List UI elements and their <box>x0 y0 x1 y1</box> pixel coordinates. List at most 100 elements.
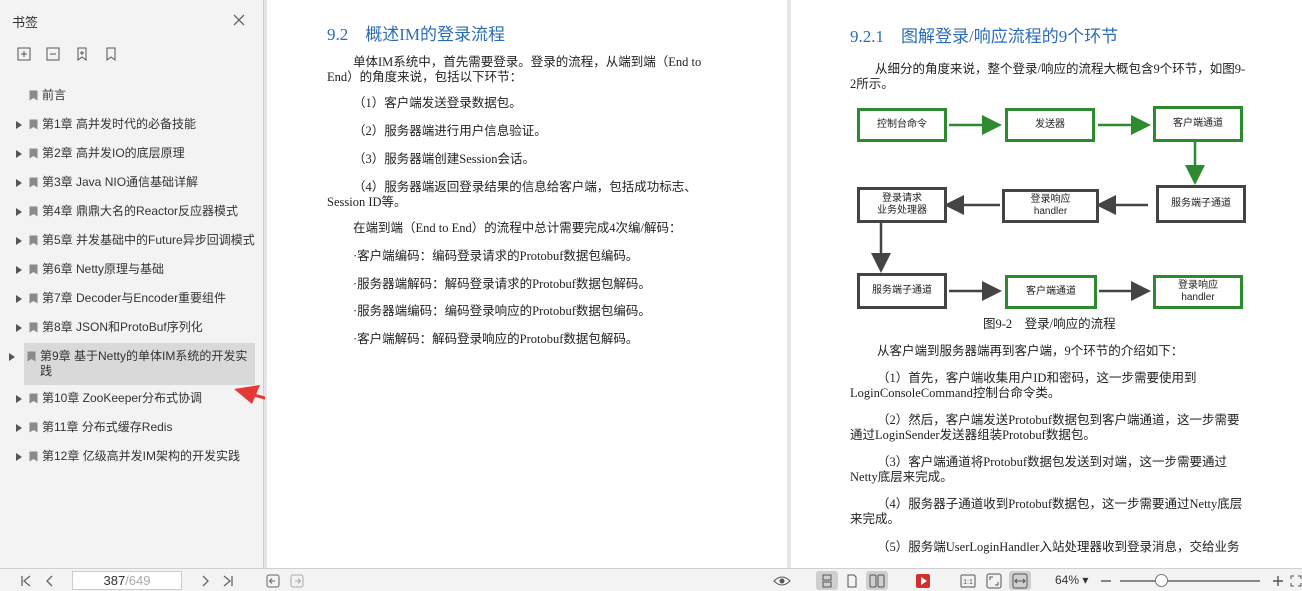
outline-item[interactable]: 第6章 Netty原理与基础 <box>0 256 263 285</box>
outline-item[interactable]: 第10章 ZooKeeper分布式协调 <box>0 385 263 414</box>
section-heading: 9.2 概述IM的登录流程 <box>327 25 506 44</box>
zoom-slider-track[interactable] <box>1120 580 1260 582</box>
expand-arrow-icon[interactable] <box>16 117 26 132</box>
bookmark-icon <box>26 320 40 335</box>
sidebar-toolbar <box>16 46 119 62</box>
total-pages: /649 <box>125 573 151 588</box>
body-paragraph: 单体IM系统中，首先需要登录。登录的流程，从端到端（End to End）的角度… <box>327 55 702 84</box>
zoom-level[interactable]: 64% ▾ <box>1055 573 1088 587</box>
bookmark-icon <box>26 146 40 161</box>
continuous-view-icon[interactable] <box>816 571 838 590</box>
expand-arrow-icon[interactable] <box>16 146 26 161</box>
bookmark-icon <box>26 291 40 306</box>
outline-item[interactable]: 第7章 Decoder与Encoder重要组件 <box>0 285 263 314</box>
page-number-field[interactable]: 387/649 <box>72 571 182 590</box>
expand-arrow-icon[interactable] <box>16 204 26 219</box>
outline-item-label: 第7章 Decoder与Encoder重要组件 <box>42 291 227 305</box>
body-paragraph: （3）客户端通道将Protobuf数据包发送到对端，这一步需要通过Netty底层… <box>850 455 1228 484</box>
outline-item-label: 第6章 Netty原理与基础 <box>42 262 165 276</box>
outline-item[interactable]: 第11章 分布式缓存Redis <box>0 414 263 443</box>
body-paragraph: （3）服务器端创建Session会话。 <box>353 152 535 166</box>
expand-arrow-icon[interactable] <box>16 391 26 406</box>
expand-all-icon[interactable] <box>16 46 32 62</box>
body-paragraph: （2）然后，客户端发送Protobuf数据包到客户端通道，这一步需要通过Logi… <box>850 413 1240 442</box>
body-paragraph: ·客户端解码：解码登录响应的Protobuf数据包解码。 <box>353 332 639 346</box>
bookmark-icon <box>26 262 40 277</box>
figure-caption: 图9-2 登录/响应的流程 <box>983 317 1116 331</box>
diagram-box-sender: 发送器 <box>1005 108 1095 142</box>
expand-arrow-icon[interactable] <box>16 320 26 335</box>
outline-item[interactable]: 第1章 高并发时代的必备技能 <box>0 111 263 140</box>
body-paragraph: ·客户端编码：编码登录请求的Protobuf数据包编码。 <box>353 249 639 263</box>
back-icon[interactable] <box>265 573 281 589</box>
outline-item[interactable]: 前言 <box>0 82 263 111</box>
bookmark-icon <box>26 420 40 435</box>
expand-arrow-icon[interactable] <box>16 449 26 464</box>
fit-width-icon[interactable] <box>1009 571 1031 590</box>
pdf-reader-window: 书签 前言第1章 高并发时代的必备技能 第2章 高并发IO的底层原理 第3章 Jav… <box>0 0 1302 591</box>
body-paragraph: （5）服务端UserLoginHandler入站处理器收到登录消息，交给业务 <box>877 540 1240 554</box>
body-paragraph: （1）首先，客户端收集用户ID和密码，这一步需要使用到LoginConsoleC… <box>850 371 1197 400</box>
document-view[interactable]: 9.2 概述IM的登录流程 单体IM系统中，首先需要登录。登录的流程，从端到端（… <box>265 0 1302 568</box>
page-right: 9.2.1 图解登录/响应流程的9个环节 从细分的角度来说，整个登录/响应的流程… <box>791 0 1302 568</box>
diagram-box-login-response-handler: 登录响应 handler <box>1002 189 1099 223</box>
outline-item[interactable]: 第8章 JSON和ProtoBuf序列化 <box>0 314 263 343</box>
expand-arrow-icon[interactable] <box>16 291 26 306</box>
expand-arrow-icon[interactable] <box>16 262 26 277</box>
outline-item-label: 第9章 基于Netty的单体IM系统的开发实践 <box>40 349 248 378</box>
bookmark-outline: 前言第1章 高并发时代的必备技能 第2章 高并发IO的底层原理 第3章 Java N… <box>0 82 263 472</box>
actual-size-icon[interactable]: 1:1 <box>957 571 979 590</box>
expand-arrow-icon[interactable] <box>16 175 26 190</box>
body-paragraph: ·服务器端解码：解码登录请求的Protobuf数据包解码。 <box>353 277 651 291</box>
two-page-view-icon[interactable] <box>866 571 888 590</box>
body-paragraph: （4）服务器端返回登录结果的信息给客户端，包括成功标志、Session ID等。 <box>327 180 697 209</box>
bookmark-icon <box>26 391 40 406</box>
bookmark-icon[interactable] <box>103 46 119 62</box>
zoom-out-icon[interactable] <box>1099 573 1113 589</box>
body-paragraph: 在端到端（End to End）的流程中总计需要完成4次编/解码： <box>353 221 682 235</box>
expand-arrow-icon[interactable] <box>0 349 24 364</box>
prev-page-icon[interactable] <box>42 573 58 589</box>
close-icon[interactable] <box>231 12 247 28</box>
single-page-icon[interactable] <box>841 571 863 590</box>
add-bookmark-icon[interactable] <box>74 46 90 62</box>
body-paragraph: （1）客户端发送登录数据包。 <box>353 96 522 110</box>
outline-item[interactable]: 第2章 高并发IO的底层原理 <box>0 140 263 169</box>
diagram-box-login-response-handler-2: 登录响应 handler <box>1153 275 1243 309</box>
next-page-icon[interactable] <box>197 573 213 589</box>
diagram-box-server-subchannel-2: 服务端子通道 <box>857 273 947 309</box>
status-bar: 387/649 1:1 64% ▾ <box>0 568 1302 591</box>
last-page-icon[interactable] <box>220 573 236 589</box>
bookmark-icon <box>26 449 40 464</box>
first-page-icon[interactable] <box>18 573 34 589</box>
outline-item-label: 第3章 Java NIO通信基础详解 <box>42 175 199 189</box>
zoom-slider-thumb[interactable] <box>1155 574 1168 587</box>
outline-item[interactable]: 第12章 亿级高并发IM架构的开发实践 <box>0 443 263 472</box>
outline-item-label: 第1章 高并发时代的必备技能 <box>42 117 197 131</box>
outline-item[interactable]: 第9章 基于Netty的单体IM系统的开发实践 <box>9 343 255 385</box>
forward-icon[interactable] <box>289 573 305 589</box>
outline-item-label: 第2章 高并发IO的底层原理 <box>42 146 185 160</box>
sidebar-title: 书签 <box>12 15 39 30</box>
bookmark-icon <box>24 349 38 364</box>
outline-item[interactable]: 第4章 鼎鼎大名的Reactor反应器模式 <box>0 198 263 227</box>
eye-protection-icon[interactable] <box>772 573 792 589</box>
outline-item-label: 第11章 分布式缓存Redis <box>42 420 173 434</box>
outline-item-label: 第5章 并发基础中的Future异步回调模式 <box>42 233 255 247</box>
bookmark-icon <box>26 175 40 190</box>
login-flow-diagram: 控制台命令 发送器 客户端通道 登录请求 业务处理器 登录响应 handler … <box>791 0 1302 340</box>
fit-page-icon[interactable] <box>983 571 1005 590</box>
outline-item[interactable]: 第5章 并发基础中的Future异步回调模式 <box>0 227 263 256</box>
zoom-value: 64% <box>1055 573 1080 587</box>
play-icon[interactable] <box>912 571 934 590</box>
expand-arrow-icon[interactable] <box>16 233 26 248</box>
zoom-in-icon[interactable] <box>1271 573 1285 589</box>
bookmark-sidebar: 书签 前言第1章 高并发时代的必备技能 第2章 高并发IO的底层原理 第3章 Jav… <box>0 0 264 568</box>
outline-item[interactable]: 第3章 Java NIO通信基础详解 <box>0 169 263 198</box>
outline-item-label: 第8章 JSON和ProtoBuf序列化 <box>42 320 203 334</box>
collapse-all-icon[interactable] <box>45 46 61 62</box>
fullscreen-icon[interactable] <box>1290 573 1302 589</box>
expand-arrow-icon[interactable] <box>16 420 26 435</box>
diagram-box-console-command: 控制台命令 <box>857 108 947 142</box>
body-paragraph: 从客户端到服务器端再到客户端，9个环节的介绍如下： <box>877 344 1184 358</box>
